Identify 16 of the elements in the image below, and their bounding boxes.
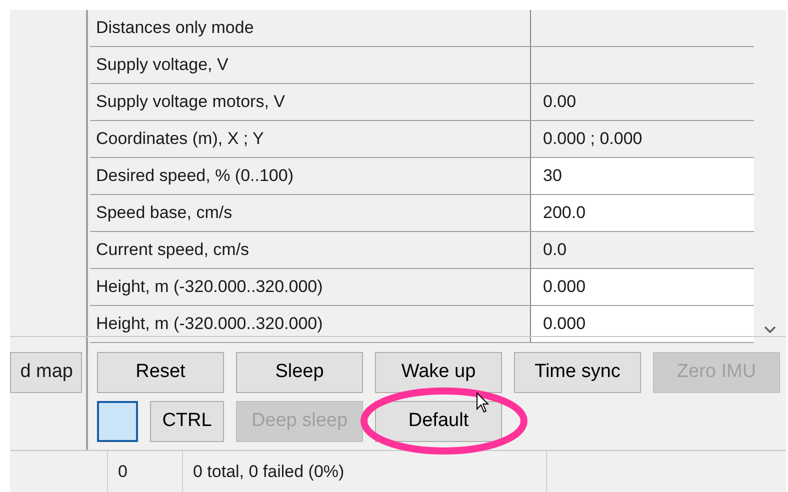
- command-button[interactable]: Default: [375, 401, 502, 442]
- color-swatch[interactable]: [97, 401, 138, 442]
- property-value-cell[interactable]: 200.0: [531, 195, 754, 231]
- command-button[interactable]: Time sync: [514, 352, 641, 393]
- property-value-cell[interactable]: 0.000: [531, 269, 754, 305]
- status-summary: 0 total, 0 failed (0%): [182, 451, 547, 492]
- scroll-down-icon[interactable]: [764, 326, 776, 334]
- command-button[interactable]: CTRL: [150, 401, 224, 442]
- property-value-cell[interactable]: 0.000: [531, 306, 754, 342]
- command-button[interactable]: Sleep: [236, 352, 363, 393]
- command-button[interactable]: Reset: [97, 352, 224, 393]
- mouse-pointer-icon: [476, 392, 490, 414]
- map-button[interactable]: d map: [10, 352, 82, 393]
- status-count: 0: [117, 460, 128, 483]
- command-button[interactable]: Wake up: [375, 352, 502, 393]
- property-value-cell[interactable]: 30: [531, 158, 754, 194]
